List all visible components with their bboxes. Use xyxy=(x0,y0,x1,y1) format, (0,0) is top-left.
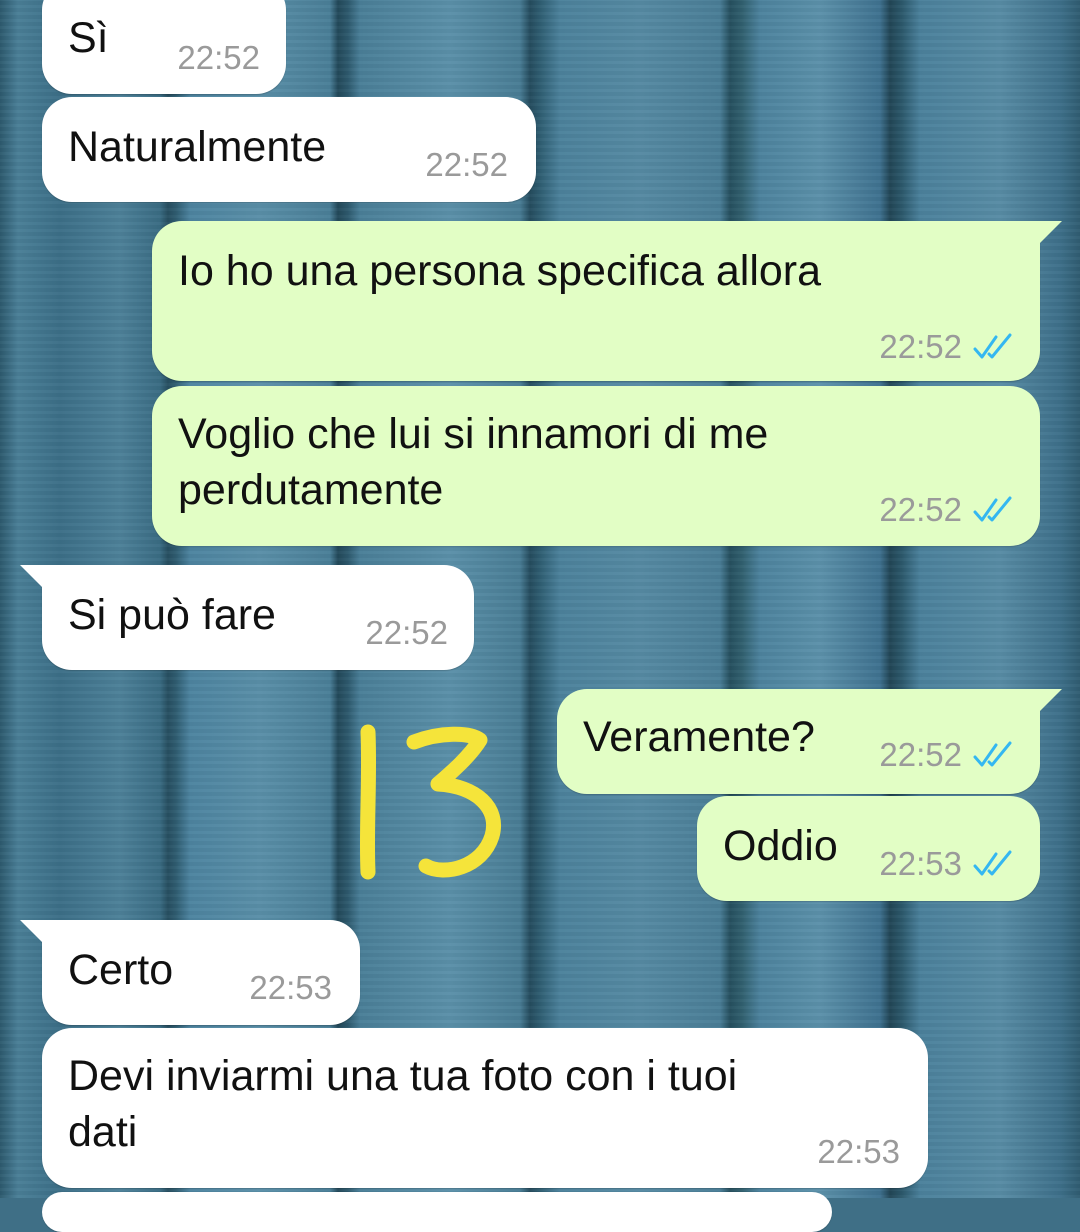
message-text: Devi inviarmi una tua foto con i tuoi da… xyxy=(68,1052,738,1156)
message-time: 22:52 xyxy=(879,736,962,773)
message-bubble-incoming[interactable]: Naturalmente 22:52 xyxy=(42,97,536,202)
message-text: Io ho una persona specifica allora xyxy=(178,247,822,295)
message-time: 22:52 xyxy=(425,146,508,183)
message-meta: 22:52 xyxy=(879,490,1016,530)
message-time: 22:53 xyxy=(817,1133,900,1170)
message-time: 22:52 xyxy=(365,614,448,651)
message-time: 22:53 xyxy=(249,969,332,1006)
message-text: Certo xyxy=(68,946,174,994)
message-meta: 22:52 xyxy=(879,735,1016,775)
message-meta: 22:52 xyxy=(879,327,1016,367)
message-meta: 22:52 xyxy=(177,38,260,78)
message-bubble-incoming-partial[interactable] xyxy=(42,1192,832,1232)
message-bubble-incoming[interactable]: Devi inviarmi una tua foto con i tuoi da… xyxy=(42,1028,928,1188)
message-bubble-outgoing[interactable]: Veramente? 22:52 xyxy=(557,689,1062,794)
message-bubble-outgoing[interactable]: Io ho una persona specifica allora 22:52 xyxy=(152,221,1062,381)
message-meta: 22:53 xyxy=(817,1132,900,1172)
message-text: Si può fare xyxy=(68,591,276,639)
message-meta: 22:52 xyxy=(365,613,448,653)
message-text: Voglio che lui si innamori di me perduta… xyxy=(178,410,769,514)
message-text: Sì xyxy=(68,14,109,62)
message-time: 22:52 xyxy=(879,491,962,528)
double-check-icon xyxy=(973,741,1012,767)
message-bubble-incoming[interactable]: Certo 22:53 xyxy=(20,920,360,1025)
handwritten-number-annotation: 13 xyxy=(359,724,501,880)
message-text: Oddio xyxy=(723,822,838,870)
message-time: 22:53 xyxy=(879,845,962,882)
message-time: 22:52 xyxy=(879,328,962,365)
message-text: Naturalmente xyxy=(68,123,327,171)
double-check-icon xyxy=(973,496,1012,522)
message-time: 22:52 xyxy=(177,39,260,76)
message-bubble-incoming[interactable]: Sì 22:52 xyxy=(42,0,286,94)
message-text: Veramente? xyxy=(583,713,815,761)
message-bubble-outgoing[interactable]: Voglio che lui si innamori di me perduta… xyxy=(152,386,1040,546)
double-check-icon xyxy=(973,333,1012,359)
message-meta: 22:53 xyxy=(249,968,332,1008)
double-check-icon xyxy=(973,850,1012,876)
message-bubble-incoming[interactable]: Si può fare 22:52 xyxy=(20,565,474,670)
message-meta: 22:53 xyxy=(879,844,1016,884)
message-bubble-outgoing[interactable]: Oddio 22:53 xyxy=(697,796,1040,901)
message-meta: 22:52 xyxy=(425,145,508,185)
